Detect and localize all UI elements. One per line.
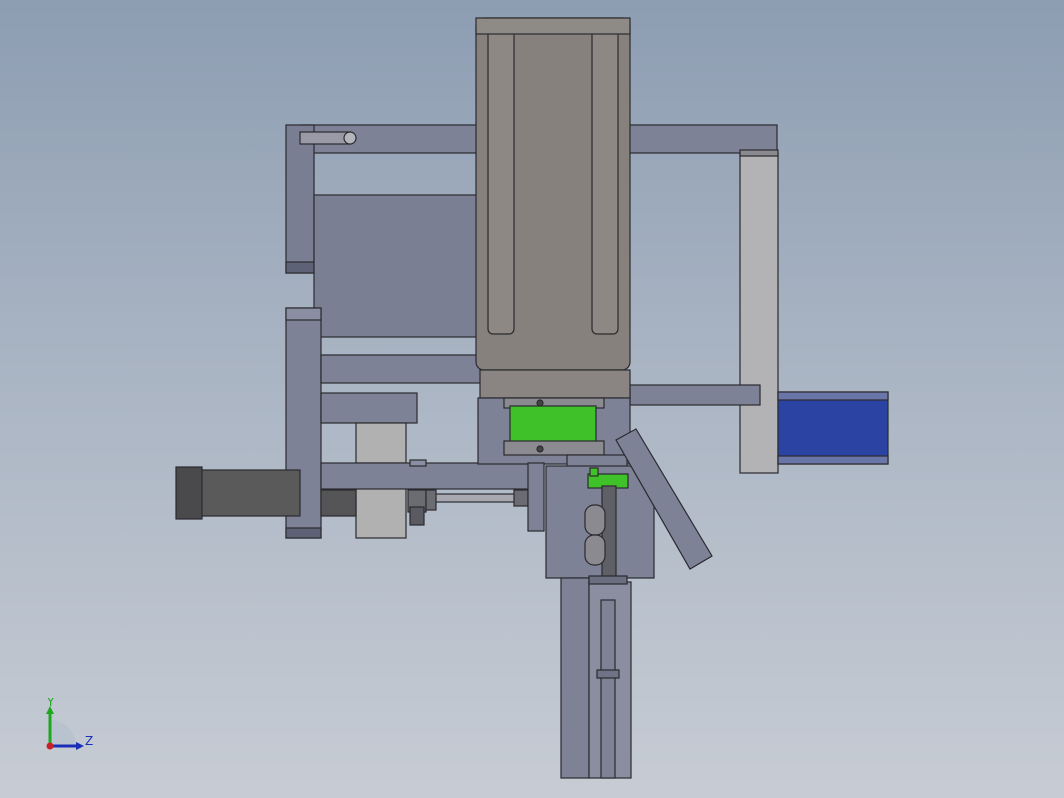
motor-body-groove-left (487, 21, 515, 335)
left-upper-post (285, 124, 315, 274)
z-axis-arrow (76, 742, 84, 750)
back-plate (313, 194, 480, 338)
y-axis-label: Y (46, 698, 55, 709)
shaft-stub (566, 454, 628, 468)
cylinder-rod-housing (320, 489, 357, 517)
blue-block-bottom-strip (777, 455, 889, 465)
green-clamp-inner (589, 467, 599, 477)
green-coupling (509, 405, 597, 443)
horizontal-mount-plate (320, 462, 540, 490)
blue-block-top-strip (777, 391, 889, 401)
left-lower-post-cap (285, 307, 322, 321)
lower-cylinder-mark (596, 669, 620, 679)
cylinder-barrel (199, 469, 301, 517)
guide-block-upper (355, 422, 407, 464)
shaft-collar-lower (584, 534, 606, 566)
lower-cylinder-groove (600, 599, 616, 779)
left-lower-post-foot (285, 527, 322, 539)
piston-rod (433, 493, 517, 503)
coupling-bottom-ring (503, 440, 605, 456)
right-post-cap (739, 149, 779, 157)
guide-block-lower (355, 487, 407, 539)
motor-top-cap (475, 17, 631, 35)
z-axis-label: Z (85, 734, 93, 748)
lower-cylinder-cap (588, 575, 628, 585)
coordinate-triad: Y Z (46, 698, 93, 750)
top-left-pin-end (343, 131, 357, 145)
rod-end-block (409, 459, 427, 467)
rod-nut-2 (409, 506, 425, 526)
rod-nut-3 (425, 489, 437, 511)
lower-mount-left (527, 462, 545, 532)
cylinder-endcap (175, 466, 203, 520)
rod-clevis (513, 489, 529, 507)
coupling-screw-top (536, 399, 544, 407)
shaft-collar-upper (584, 504, 606, 536)
motor-body-groove-right (591, 21, 619, 335)
left-upper-post-cap (285, 261, 315, 274)
blue-actuator-block (777, 391, 889, 465)
motor-flange (479, 369, 631, 399)
right-horizontal-bar (629, 384, 761, 406)
coupling-screw-bottom (536, 445, 544, 453)
mid-plate-upper (320, 354, 482, 384)
right-vertical-post (739, 152, 779, 474)
cad-model-view[interactable] (0, 0, 1064, 798)
mid-plate-lower (320, 392, 418, 424)
vertical-shaft (601, 485, 617, 583)
triad-origin (46, 742, 54, 750)
cad-graphics-viewport[interactable]: Y Z (0, 0, 1064, 798)
triad-backplane (50, 720, 76, 746)
top-left-pin (299, 131, 351, 145)
lower-vertical-plate (560, 577, 590, 779)
